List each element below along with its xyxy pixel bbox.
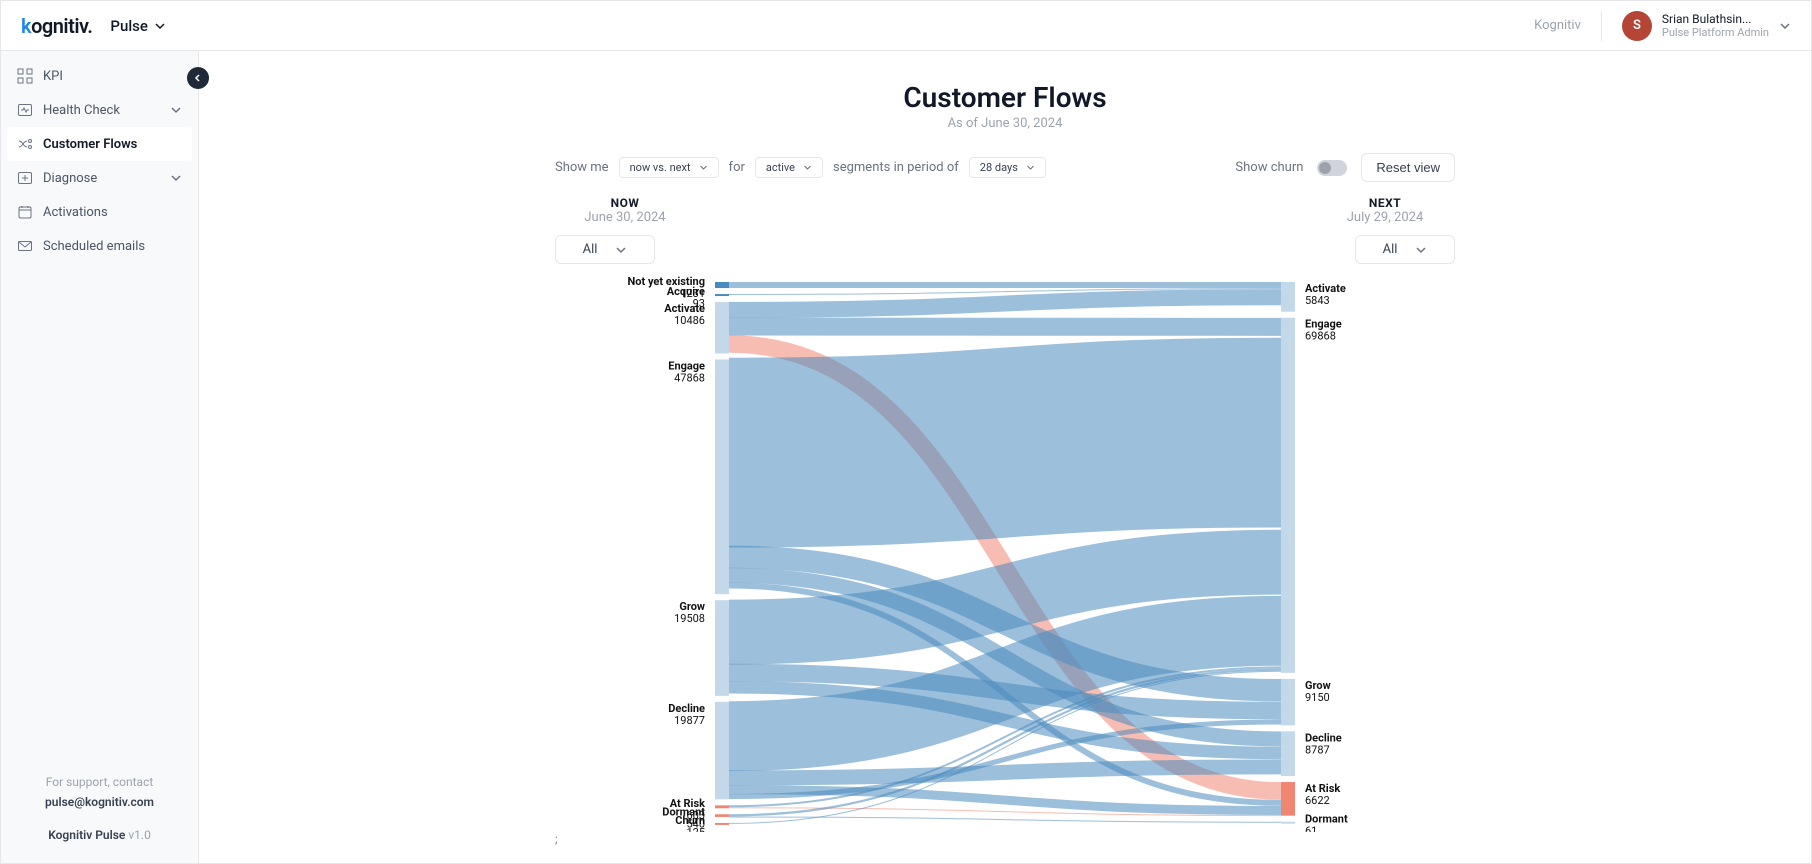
svg-text:Churn125: Churn125 [675,814,705,832]
main-content: Customer Flows As of June 30, 2024 Show … [199,51,1811,863]
control-bar: Show me now vs. next for active segments… [555,153,1455,182]
svg-text:Engage69868: Engage69868 [1305,318,1342,343]
svg-text:Dormant61: Dormant61 [1305,813,1348,832]
show-churn-toggle[interactable] [1317,160,1347,176]
sidebar-item-label: Diagnose [43,171,97,186]
segment-type-select[interactable]: active [755,157,823,178]
sidebar-item-label: KPI [43,69,63,84]
sidebar-item-label: Customer Flows [43,137,137,152]
footnote: ; [555,832,1455,846]
svg-text:Decline19877: Decline19877 [668,702,705,727]
brand-logo[interactable]: kognitiv. [21,14,92,38]
mode-select[interactable]: now vs. next [619,157,719,178]
sidebar-item-activations[interactable]: Activations [1,195,198,229]
app-switcher[interactable]: Pulse [110,17,166,35]
top-bar: kognitiv. Pulse Kognitiv S Srian Bulaths… [1,1,1811,51]
sidebar-item-scheduled-emails[interactable]: Scheduled emails [1,229,198,263]
period-header-row: NOW June 30, 2024 NEXT July 29, 2024 [555,196,1455,225]
sidebar-item-diagnose[interactable]: Diagnose [1,161,198,195]
chevron-down-icon [803,163,812,172]
app-name: Pulse [110,17,148,35]
top-bar-right: Kognitiv S Srian Bulathsin... Pulse Plat… [1534,11,1791,41]
user-role: Pulse Platform Admin [1662,26,1769,39]
sidebar-item-label: Scheduled emails [43,239,145,254]
sidebar-footer: For support, contact pulse@kognitiv.com … [1,755,198,863]
page-subtitle: As of June 30, 2024 [239,116,1771,131]
brand-accent: k [21,14,31,38]
svg-text:Activate10486: Activate10486 [664,302,705,327]
show-churn-label: Show churn [1235,160,1303,175]
filter-row: All All [555,235,1455,264]
sidebar-item-label: Activations [43,205,108,220]
flow-icon [17,136,33,152]
chevron-down-icon [699,163,708,172]
period-select[interactable]: 28 days [969,157,1046,178]
sidebar-item-customer-flows[interactable]: Customer Flows [7,127,192,161]
svg-text:Grow19508: Grow19508 [674,600,705,625]
grid-icon [17,68,33,84]
now-column-header: NOW June 30, 2024 [555,196,695,225]
chevron-down-icon [170,104,182,116]
support-label: For support, contact [15,773,184,792]
svg-text:Decline8787: Decline8787 [1305,731,1342,756]
sidebar-item-label: Health Check [43,103,120,118]
heart-pulse-icon [17,102,33,118]
controls-right: Show churn Reset view [1235,153,1455,182]
show-me-label: Show me [555,160,609,175]
svg-text:Activate5843: Activate5843 [1305,282,1346,307]
mail-icon [17,238,33,254]
reset-view-button[interactable]: Reset view [1361,153,1455,182]
segments-label: segments in period of [833,160,959,175]
top-bar-left: kognitiv. Pulse [21,14,166,38]
now-filter-select[interactable]: All [555,235,655,264]
chevron-left-icon [193,73,203,83]
sankey-chart[interactable]: Not yet existing1231Acquire93Activate104… [555,272,1455,832]
collapse-sidebar-button[interactable] [187,67,209,89]
calendar-icon [17,204,33,220]
user-info: Srian Bulathsin... Pulse Platform Admin [1662,12,1769,40]
for-label: for [729,160,745,175]
body: KPI Health Check Customer Flows Diagnose… [1,51,1811,863]
sidebar: KPI Health Check Customer Flows Diagnose… [1,51,199,863]
support-email[interactable]: pulse@kognitiv.com [15,793,184,812]
avatar: S [1622,11,1652,41]
sidebar-item-health-check[interactable]: Health Check [1,93,198,127]
brand-rest: ognitiv. [31,14,92,38]
sankey-container: NOW June 30, 2024 NEXT July 29, 2024 All… [555,196,1455,832]
now-title: NOW [555,196,695,210]
sidebar-item-kpi[interactable]: KPI [1,59,198,93]
svg-text:At Risk6622: At Risk6622 [1305,782,1340,807]
chevron-down-icon [1779,20,1791,32]
chevron-down-icon [154,20,166,32]
chevron-down-icon [1415,244,1427,256]
product-version: Kognitiv Pulse v1.0 [15,826,184,845]
org-label[interactable]: Kognitiv [1534,18,1581,33]
now-date: June 30, 2024 [555,210,695,225]
next-filter-select[interactable]: All [1355,235,1455,264]
page-title: Customer Flows [239,81,1771,114]
next-title: NEXT [1315,196,1455,210]
next-date: July 29, 2024 [1315,210,1455,225]
chevron-down-icon [1026,163,1035,172]
app-frame: kognitiv. Pulse Kognitiv S Srian Bulaths… [0,0,1812,864]
svg-text:Engage47868: Engage47868 [668,359,705,384]
diagnose-icon [17,170,33,186]
svg-text:Grow9150: Grow9150 [1305,679,1331,704]
chevron-down-icon [170,172,182,184]
chevron-down-icon [615,244,627,256]
controls-left: Show me now vs. next for active segments… [555,157,1046,178]
user-name: Srian Bulathsin... [1662,12,1769,26]
next-column-header: NEXT July 29, 2024 [1315,196,1455,225]
user-menu[interactable]: S Srian Bulathsin... Pulse Platform Admi… [1601,11,1791,41]
